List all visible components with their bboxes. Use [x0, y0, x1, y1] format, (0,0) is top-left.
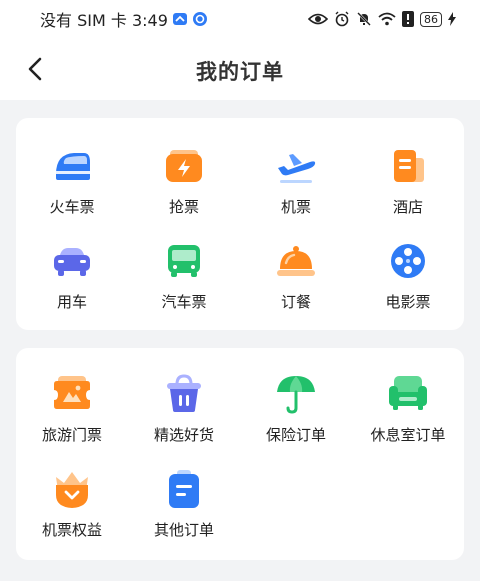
- scenic-ticket-icon: [54, 376, 90, 409]
- transport-orders-card: 火车票 抢票 机票 酒店 用车 汽车票 订餐 电影票: [16, 118, 464, 330]
- hotel-icon: [394, 150, 424, 182]
- film-reel-icon: [391, 244, 425, 278]
- order-item-label: 电影票: [385, 293, 431, 311]
- order-item-grab-ticket[interactable]: 抢票: [128, 144, 240, 217]
- eye-icon: [308, 13, 328, 25]
- car-icon: [54, 248, 90, 276]
- wifi-icon: [378, 12, 396, 26]
- shopping-basket-icon: [167, 374, 201, 412]
- alarm-icon: [335, 11, 349, 27]
- dining-cloche-icon: [277, 246, 315, 276]
- order-item-label: 汽车票: [161, 293, 207, 311]
- train-icon: [56, 153, 90, 180]
- order-item-bus[interactable]: 汽车票: [128, 239, 240, 312]
- order-item-label: 抢票: [168, 198, 199, 216]
- order-item-label: 其他订单: [153, 521, 214, 539]
- page-header: 我的订单: [0, 38, 480, 100]
- charging-icon: [448, 12, 456, 26]
- battery-level: 86: [420, 11, 442, 27]
- flash-ticket-icon: [166, 150, 202, 182]
- page-title: 我的订单: [196, 60, 284, 84]
- order-item-goods[interactable]: 精选好货: [128, 372, 240, 445]
- order-item-car[interactable]: 用车: [16, 239, 128, 312]
- crown-badge-icon: [56, 472, 88, 508]
- sync-notification-icon: [192, 12, 207, 26]
- alert-icon: [402, 11, 414, 27]
- order-item-label: 休息室订单: [370, 426, 446, 444]
- order-item-flight-benefits[interactable]: 机票权益: [16, 467, 128, 540]
- mute-bell-icon: [357, 12, 371, 26]
- order-item-label: 用车: [56, 293, 87, 311]
- umbrella-icon: [277, 376, 315, 414]
- order-item-train[interactable]: 火车票: [16, 144, 128, 217]
- order-item-label: 酒店: [392, 198, 423, 216]
- order-item-label: 订餐: [280, 293, 311, 311]
- lounge-sofa-icon: [389, 376, 427, 410]
- status-time-text: 没有 SIM 卡 3:49: [40, 11, 168, 30]
- order-item-label: 机票权益: [41, 521, 102, 539]
- plane-icon: [278, 154, 316, 183]
- order-item-movie[interactable]: 电影票: [352, 239, 464, 312]
- other-orders-card: 旅游门票 精选好货 保险订单 休息室订单 机票权益 其他订单: [16, 348, 464, 560]
- order-item-label: 保险订单: [265, 426, 326, 444]
- order-item-label: 火车票: [49, 198, 95, 216]
- order-item-label: 机票: [280, 198, 311, 216]
- order-item-insurance[interactable]: 保险订单: [240, 372, 352, 445]
- order-item-label: 旅游门票: [41, 426, 102, 444]
- order-item-other[interactable]: 其他订单: [128, 467, 240, 540]
- bus-icon: [168, 245, 200, 277]
- status-right: 86: [308, 11, 456, 27]
- order-item-scenic-ticket[interactable]: 旅游门票: [16, 372, 128, 445]
- order-item-lounge[interactable]: 休息室订单: [352, 372, 464, 445]
- order-item-label: 精选好货: [153, 426, 214, 444]
- status-left: 没有 SIM 卡 3:49: [40, 7, 208, 31]
- clipboard-icon: [169, 470, 199, 508]
- status-bar: 没有 SIM 卡 3:49 86: [0, 0, 480, 38]
- order-item-flight[interactable]: 机票: [240, 144, 352, 217]
- app-notification-icon: [172, 13, 187, 25]
- order-item-hotel[interactable]: 酒店: [352, 144, 464, 217]
- order-item-dining[interactable]: 订餐: [240, 239, 352, 312]
